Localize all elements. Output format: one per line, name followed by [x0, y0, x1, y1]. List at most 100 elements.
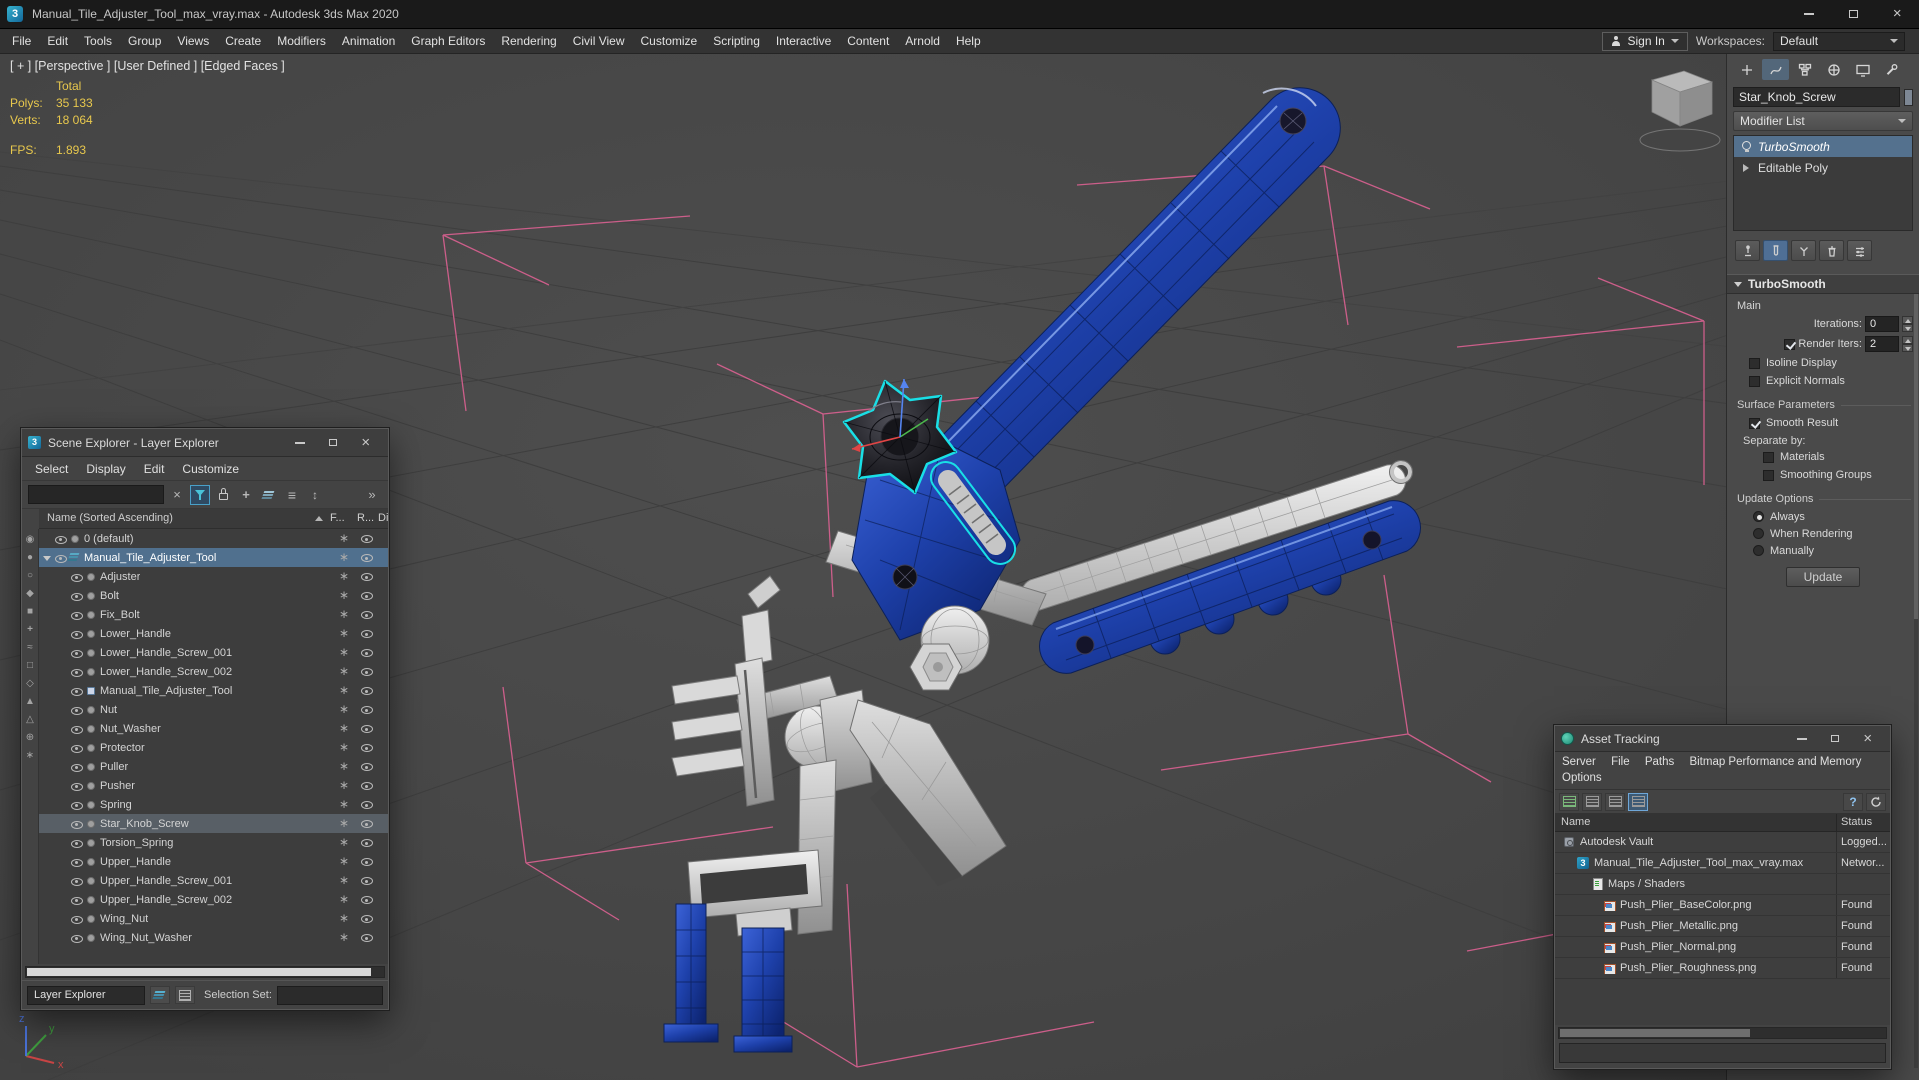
render-toggle-icon[interactable] [361, 893, 374, 905]
freeze-icon[interactable] [337, 740, 351, 754]
visibility-eye-icon[interactable] [71, 628, 84, 640]
menu-item[interactable]: Rendering [493, 29, 564, 53]
menu-item[interactable]: File [4, 29, 39, 53]
freeze-icon[interactable] [337, 550, 351, 564]
freeze-icon[interactable] [337, 531, 351, 545]
menu-item[interactable]: File [1611, 756, 1630, 768]
render-toggle-icon[interactable] [361, 570, 374, 582]
freeze-icon[interactable] [337, 778, 351, 792]
menu-item[interactable]: Paths [1645, 756, 1674, 768]
isoline-display-checkbox[interactable] [1749, 357, 1760, 369]
menu-item[interactable]: Tools [76, 29, 120, 53]
freeze-icon[interactable] [337, 721, 351, 735]
lock-icon[interactable] [213, 485, 233, 505]
scene-explorer-row[interactable]: Upper_Handle_Screw_002 [39, 890, 388, 909]
create-tab-icon[interactable] [1733, 59, 1760, 80]
freeze-icon[interactable] [337, 588, 351, 602]
freeze-icon[interactable] [337, 664, 351, 678]
iterations-spinner[interactable] [1902, 316, 1913, 332]
modifier-stack-row[interactable]: TurboSmooth [1734, 136, 1912, 157]
menu-item[interactable]: Bitmap Performance and Memory Options [1562, 756, 1861, 784]
render-toggle-icon[interactable] [361, 855, 374, 867]
freeze-icon[interactable] [337, 854, 351, 868]
scene-explorer-row[interactable]: Spring [39, 795, 388, 814]
render-toggle-icon[interactable] [361, 779, 374, 791]
render-toggle-icon[interactable] [361, 741, 374, 753]
menu-item[interactable]: Graph Editors [403, 29, 493, 53]
render-toggle-icon[interactable] [361, 703, 374, 715]
filter-icon[interactable] [23, 676, 38, 690]
scene-explorer-row[interactable]: Lower_Handle_Screw_002 [39, 662, 388, 681]
scene-explorer-row[interactable]: Protector [39, 738, 388, 757]
object-color-swatch[interactable] [1904, 88, 1913, 106]
freeze-icon[interactable] [337, 626, 351, 640]
layers-button[interactable] [150, 986, 170, 1004]
iterations-value[interactable]: 0 [1865, 316, 1899, 332]
grid-view-button[interactable] [175, 986, 195, 1004]
asset-row[interactable]: Manual_Tile_Adjuster_Tool_max_vray.max N… [1555, 853, 1890, 874]
filter-icon[interactable] [23, 712, 38, 726]
scene-explorer-row[interactable]: Manual_Tile_Adjuster_Tool [39, 681, 388, 700]
render-iters-checkbox[interactable] [1784, 338, 1796, 350]
pin-stack-icon[interactable] [1735, 240, 1760, 261]
visibility-eye-icon[interactable] [71, 837, 84, 849]
render-toggle-icon[interactable] [361, 646, 374, 658]
explorer-mode-dropdown[interactable]: Layer Explorer [27, 985, 145, 1005]
panel-scrollbar[interactable] [1914, 294, 1918, 1068]
visibility-eye-icon[interactable] [71, 913, 84, 925]
render-toggle-icon[interactable] [361, 798, 374, 810]
filter-icon[interactable] [23, 730, 38, 744]
render-toggle-icon[interactable] [361, 836, 374, 848]
visibility-eye-icon[interactable] [71, 894, 84, 906]
filter-icon[interactable] [23, 622, 38, 636]
update-button[interactable]: Update [1786, 567, 1860, 587]
scene-explorer-titlebar[interactable]: Scene Explorer - Layer Explorer [22, 429, 388, 457]
turbosmooth-rollout-header[interactable]: TurboSmooth [1727, 274, 1919, 294]
menu-item[interactable]: Select [26, 462, 77, 476]
utilities-tab-icon[interactable] [1878, 59, 1905, 80]
freeze-icon[interactable] [337, 702, 351, 716]
freeze-icon[interactable] [337, 645, 351, 659]
collapse-all-icon[interactable] [305, 485, 325, 505]
name-column-header[interactable]: Name (Sorted Ascending) [47, 512, 173, 524]
scene-explorer-row[interactable]: Lower_Handle_Screw_001 [39, 643, 388, 662]
view-cube[interactable] [1639, 70, 1721, 152]
scene-explorer-row[interactable]: Star_Knob_Screw [39, 814, 388, 833]
visibility-eye-icon[interactable] [71, 761, 84, 773]
render-iters-value[interactable]: 2 [1865, 336, 1899, 352]
object-name-field[interactable] [1733, 87, 1900, 107]
scene-explorer-row[interactable]: Nut [39, 700, 388, 719]
menu-item[interactable]: Arnold [897, 29, 948, 53]
visibility-eye-icon[interactable] [55, 552, 68, 564]
scene-explorer-row[interactable]: Manual_Tile_Adjuster_Tool [39, 548, 388, 567]
always-radio[interactable] [1753, 511, 1764, 522]
scrollbar-thumb[interactable] [1560, 1029, 1750, 1037]
modifier-icon[interactable] [1740, 161, 1752, 174]
materials-checkbox[interactable] [1763, 451, 1774, 463]
scene-explorer-row[interactable]: Torsion_Spring [39, 833, 388, 852]
expand-arrow-icon[interactable] [43, 552, 55, 564]
maximize-button[interactable] [316, 429, 349, 456]
status-column-header[interactable]: Status [1836, 814, 1890, 831]
filter-icon[interactable] [23, 568, 38, 582]
render-toggle-icon[interactable] [361, 608, 374, 620]
menu-item[interactable]: Animation [334, 29, 403, 53]
scene-explorer-row[interactable]: Nut_Washer [39, 719, 388, 738]
render-toggle-icon[interactable] [361, 627, 374, 639]
scene-explorer-row[interactable]: Wing_Nut [39, 909, 388, 928]
visibility-eye-icon[interactable] [71, 780, 84, 792]
visibility-eye-icon[interactable] [71, 856, 84, 868]
freeze-icon[interactable] [337, 835, 351, 849]
render-toggle-icon[interactable] [361, 684, 374, 696]
visibility-eye-icon[interactable] [71, 799, 84, 811]
visibility-eye-icon[interactable] [71, 875, 84, 887]
visibility-eye-icon[interactable] [71, 704, 84, 716]
details-view-icon[interactable] [1628, 792, 1648, 811]
remove-modifier-icon[interactable] [1819, 240, 1844, 261]
render-column-header[interactable]: R... [357, 512, 374, 524]
menu-item[interactable]: Interactive [768, 29, 839, 53]
menu-item[interactable]: Server [1562, 756, 1596, 768]
menu-item[interactable]: Help [948, 29, 989, 53]
asset-row[interactable]: Push_Plier_Metallic.png Found [1555, 916, 1890, 937]
list-view-icon[interactable] [1605, 792, 1625, 811]
